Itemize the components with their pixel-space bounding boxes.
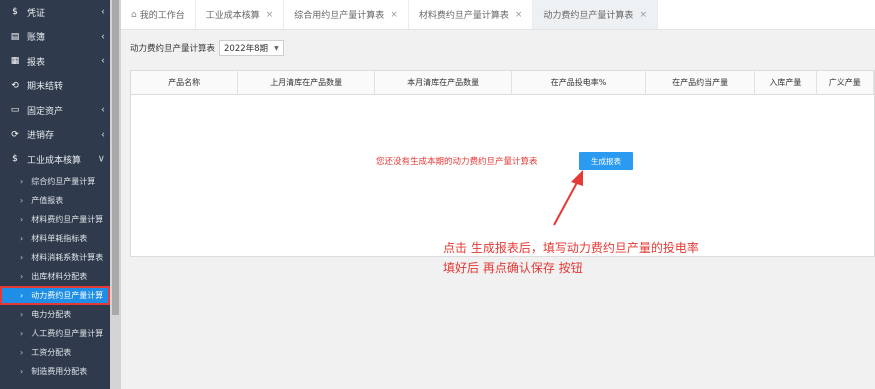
submenu-item-label: 工资分配表 — [31, 347, 72, 357]
submenu-item[interactable]: › 材料费约旦产量计算 — [0, 210, 110, 229]
submenu-item-label: 出库材料分配表 — [31, 271, 88, 281]
chevron-right-icon: › — [20, 309, 24, 319]
sidebar-item-label: 报表 — [27, 57, 46, 68]
chevron-right-icon: › — [20, 195, 24, 205]
sidebar-scroll-thumb[interactable] — [112, 0, 119, 315]
submenu-item[interactable]: › 出库材料分配表 — [0, 267, 110, 286]
tab[interactable]: ⌂ 我的工作台 — [121, 0, 196, 29]
tab[interactable]: 工业成本核算 × — [196, 0, 285, 29]
chevron-left-icon: ‹ — [101, 6, 105, 18]
fixed-asset-icon: ▭ — [10, 105, 20, 116]
submenu-item-label: 人工费约旦产量计算 — [31, 328, 104, 338]
submenu-item-label: 动力费约旦产量计算 — [31, 290, 104, 300]
submenu-item-label: 材料单耗指标表 — [31, 233, 88, 243]
main-content: 动力费约旦产量计算表 2022年8期 ▼ 产品名称 上月清库在产品数量 本月清库在产… — [121, 30, 875, 389]
chevron-left-icon: ‹ — [101, 104, 105, 116]
chevron-right-icon: › — [20, 214, 24, 224]
submenu-item[interactable]: › 工资分配表 — [0, 343, 110, 362]
sidebar-item-inventory[interactable]: ⟳ 进销存 ‹ — [0, 123, 110, 148]
sidebar-item-label: 工业成本核算 — [27, 155, 82, 166]
home-icon: ⌂ — [131, 9, 137, 20]
tab-label: 动力费约旦产量计算表 — [543, 11, 634, 21]
tab-label: 工业成本核算 — [205, 11, 260, 21]
chevron-right-icon: › — [20, 328, 24, 338]
sidebar-item-label: 固定资产 — [27, 106, 64, 117]
submenu-item-label: 电力分配表 — [31, 309, 72, 319]
ledger-icon: ▤ — [10, 31, 20, 42]
submenu-item[interactable]: › 制造费用分配表 — [0, 362, 110, 381]
sidebar: $ 凭证 ‹ ▤ 账簿 ‹ ▦ 报表 ‹ ⟲ 期末结转 ▭ 固定资产 ‹ ⟳ 进销存 ‹ $ 工业成本核算 ∨ › 综合… — [0, 0, 110, 389]
sidebar-item-fixed-asset[interactable]: ▭ 固定资产 ‹ — [0, 98, 110, 123]
chevron-right-icon: › — [20, 347, 24, 357]
chevron-right-icon: › — [20, 176, 24, 186]
sidebar-item-label: 进销存 — [27, 131, 55, 142]
period-close-icon: ⟲ — [11, 80, 19, 91]
chevron-left-icon: ‹ — [101, 31, 105, 43]
sidebar-item-label: 凭证 — [27, 8, 46, 19]
tab-bar: ⌂ 我的工作台 工业成本核算 × 综合用约旦产量计算表 × 材料费约旦产量计算表 × 动力费约旦… — [121, 0, 875, 30]
annotation-note: 点击 生成报表后，填写动力费约旦产量的投电率 填好后 再点确认保存 按钮 — [443, 238, 699, 278]
annotation-arrow — [553, 170, 583, 226]
tab-label: 材料费约旦产量计算表 — [418, 11, 509, 21]
close-icon[interactable]: × — [266, 10, 274, 20]
submenu-item[interactable]: › 材料单耗指标表 — [0, 229, 110, 248]
close-icon[interactable]: × — [639, 10, 647, 20]
sidebar-item-label: 期末结转 — [27, 82, 64, 93]
tab-label: 综合用约旦产量计算表 — [294, 11, 385, 21]
inventory-icon: ⟳ — [11, 129, 19, 140]
submenu-item-label: 制造费用分配表 — [31, 366, 88, 376]
sidebar-item-label: 账簿 — [27, 33, 46, 44]
dollar-icon: $ — [12, 7, 18, 18]
cost-accounting-icon: $ — [12, 154, 18, 165]
sidebar-item-report[interactable]: ▦ 报表 ‹ — [0, 49, 110, 74]
close-icon[interactable]: × — [390, 10, 398, 20]
chevron-right-icon: › — [20, 271, 24, 281]
tab-label: 我的工作台 — [139, 11, 185, 21]
submenu-item-label: 综合约旦产量计算 — [31, 176, 96, 186]
chevron-right-icon: › — [20, 290, 24, 300]
tab[interactable]: 动力费约旦产量计算表 × — [533, 0, 658, 29]
tab[interactable]: 综合用约旦产量计算表 × — [284, 0, 409, 29]
close-icon[interactable]: × — [515, 10, 523, 20]
submenu-item[interactable]: › 电力分配表 — [0, 305, 110, 324]
arrow-head — [571, 170, 583, 186]
chevron-left-icon: ‹ — [101, 129, 105, 141]
submenu-item[interactable]: › 动力费约旦产量计算 — [0, 285, 110, 305]
chevron-left-icon: ‹ — [101, 55, 105, 67]
chevron-right-icon: › — [20, 366, 24, 376]
sidebar-item-dollar[interactable]: $ 凭证 ‹ — [0, 0, 110, 25]
submenu-item-label: 材料消耗系数计算表 — [31, 252, 104, 262]
chevron-right-icon: › — [20, 233, 24, 243]
annotation-line-2: 填好后 再点确认保存 按钮 — [443, 261, 583, 275]
submenu-item-label: 材料费约旦产量计算 — [31, 214, 104, 224]
sidebar-item-period-close[interactable]: ⟲ 期末结转 — [0, 74, 110, 99]
sidebar-item-ledger[interactable]: ▤ 账簿 ‹ — [0, 25, 110, 50]
submenu-item[interactable]: › 人工费约旦产量计算 — [0, 324, 110, 343]
report-icon: ▦ — [10, 56, 20, 67]
chevron-down-icon: ∨ — [97, 153, 105, 165]
submenu-item-label: 产值报表 — [31, 195, 64, 205]
annotation-line-1: 点击 生成报表后，填写动力费约旦产量的投电率 — [443, 241, 699, 255]
chevron-right-icon: › — [20, 252, 24, 262]
submenu-item[interactable]: › 综合约旦产量计算 — [0, 172, 110, 191]
submenu-item[interactable]: › 产值报表 — [0, 191, 110, 210]
arrow-shaft — [553, 176, 581, 226]
tab[interactable]: 材料费约旦产量计算表 × — [409, 0, 534, 29]
submenu-item[interactable]: › 材料消耗系数计算表 — [0, 248, 110, 267]
sidebar-item-cost-accounting[interactable]: $ 工业成本核算 ∨ — [0, 147, 110, 172]
